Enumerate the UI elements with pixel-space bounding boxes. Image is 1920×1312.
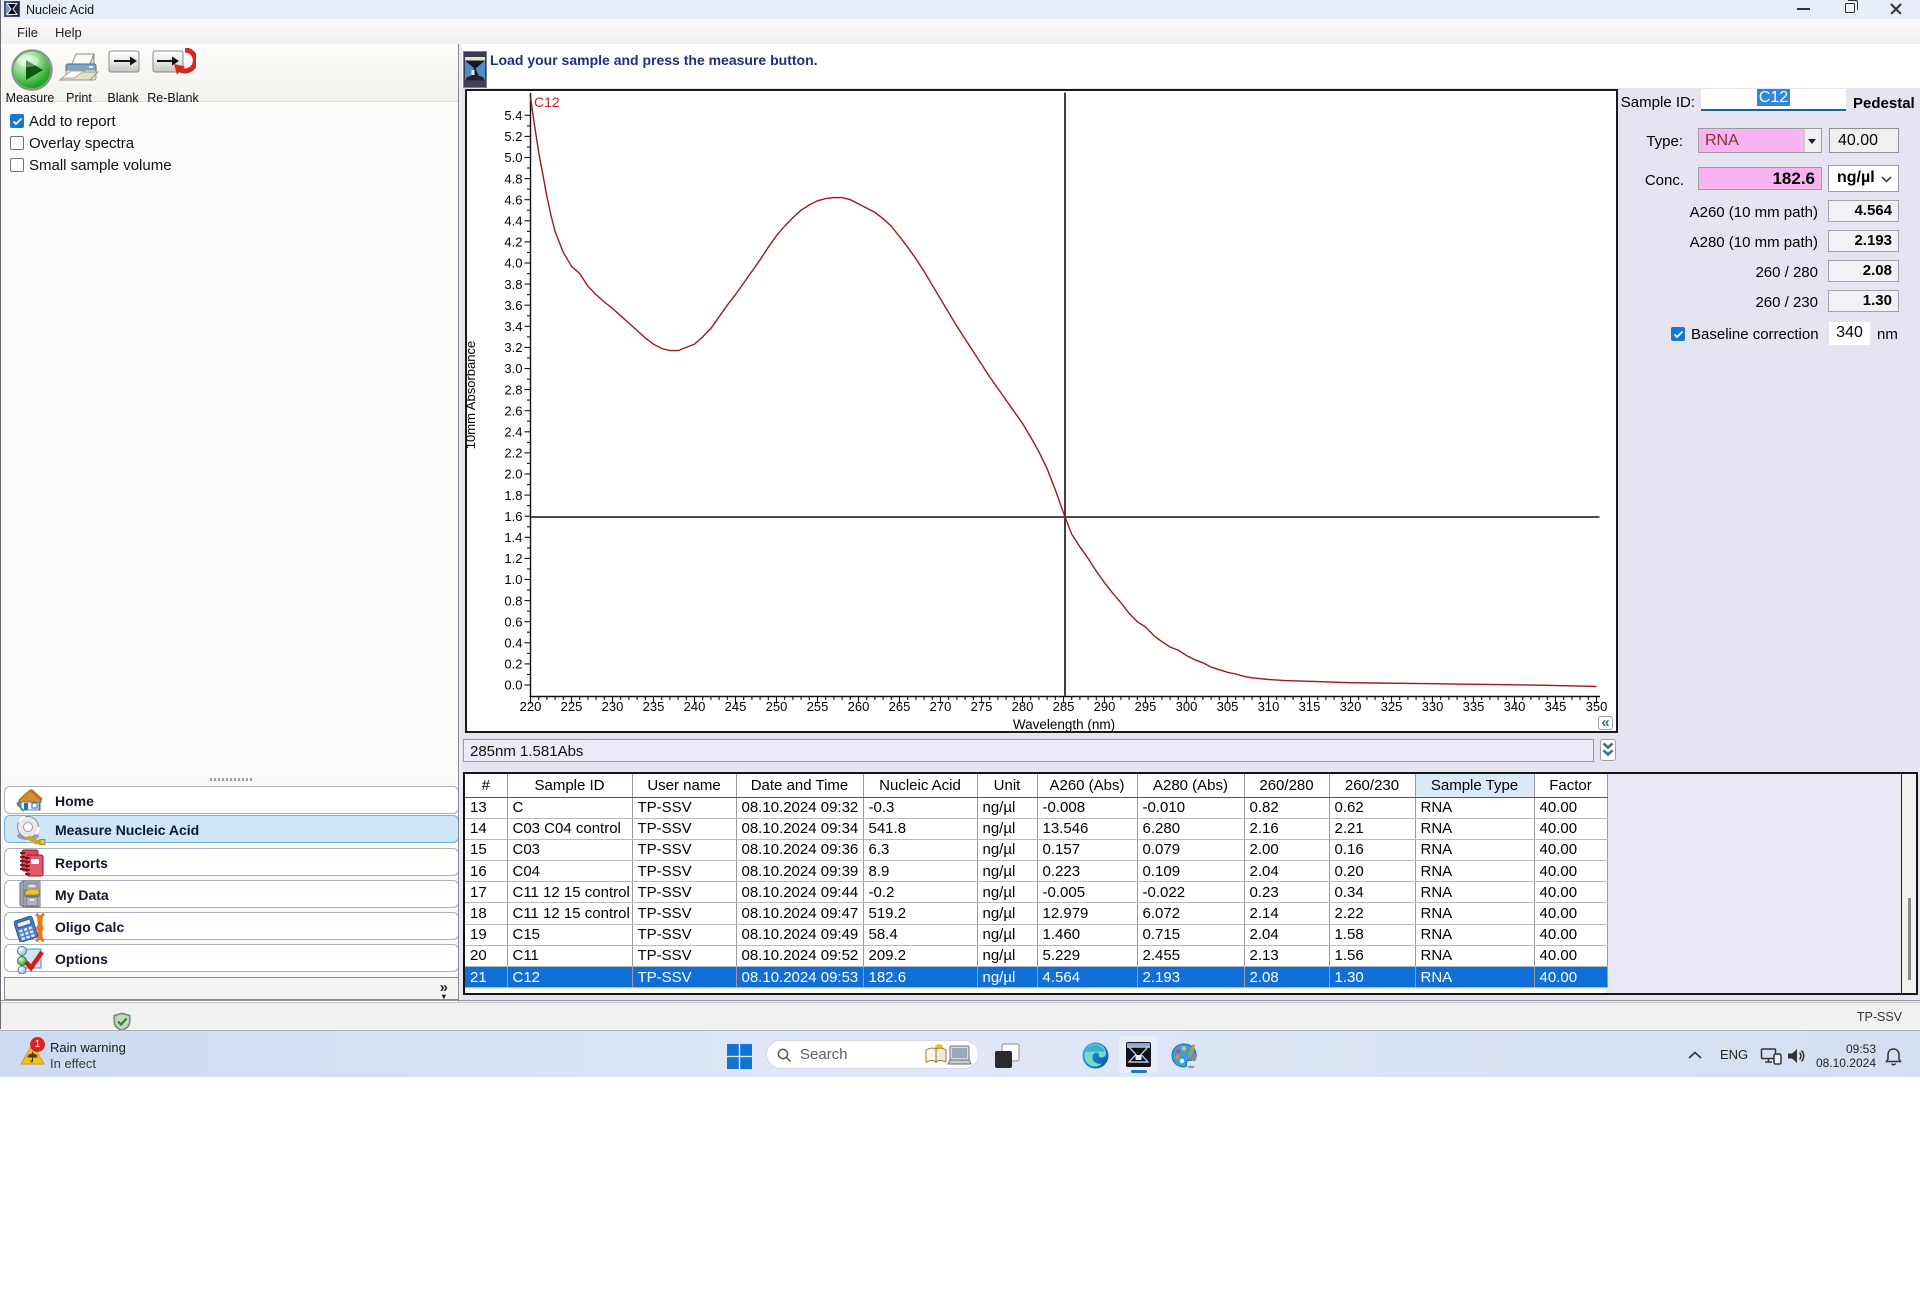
svg-text:335: 335 bbox=[1463, 699, 1485, 714]
svg-text:0.6: 0.6 bbox=[504, 614, 522, 629]
svg-text:3.8: 3.8 bbox=[504, 277, 522, 292]
svg-text:0.0: 0.0 bbox=[504, 678, 522, 693]
svg-text:2.6: 2.6 bbox=[504, 403, 522, 418]
svg-text:2.4: 2.4 bbox=[504, 425, 522, 440]
svg-text:315: 315 bbox=[1299, 699, 1321, 714]
svg-text:Wavelength (nm): Wavelength (nm) bbox=[1013, 717, 1115, 732]
svg-text:2.8: 2.8 bbox=[504, 382, 522, 397]
svg-text:1.8: 1.8 bbox=[504, 488, 522, 503]
svg-text:250: 250 bbox=[766, 699, 788, 714]
svg-text:320: 320 bbox=[1340, 699, 1362, 714]
svg-text:4.4: 4.4 bbox=[504, 214, 522, 229]
svg-text:3.2: 3.2 bbox=[504, 340, 522, 355]
svg-text:240: 240 bbox=[684, 699, 706, 714]
svg-text:345: 345 bbox=[1545, 699, 1567, 714]
svg-text:255: 255 bbox=[807, 699, 829, 714]
svg-text:2.2: 2.2 bbox=[504, 446, 522, 461]
svg-text:4.6: 4.6 bbox=[504, 192, 522, 207]
svg-text:220: 220 bbox=[520, 699, 542, 714]
svg-text:1.6: 1.6 bbox=[504, 509, 522, 524]
svg-text:1.2: 1.2 bbox=[504, 551, 522, 566]
svg-text:280: 280 bbox=[1012, 699, 1034, 714]
svg-text:265: 265 bbox=[889, 699, 911, 714]
svg-text:260: 260 bbox=[848, 699, 870, 714]
svg-text:285: 285 bbox=[1053, 699, 1075, 714]
svg-text:10mm Absorbance: 10mm Absorbance bbox=[466, 341, 478, 449]
svg-text:295: 295 bbox=[1135, 699, 1157, 714]
svg-text:225: 225 bbox=[561, 699, 583, 714]
svg-text:1.4: 1.4 bbox=[504, 530, 522, 545]
svg-text:245: 245 bbox=[725, 699, 747, 714]
svg-text:0.8: 0.8 bbox=[504, 593, 522, 608]
svg-text:C12: C12 bbox=[534, 94, 560, 110]
svg-text:325: 325 bbox=[1381, 699, 1403, 714]
svg-text:2.0: 2.0 bbox=[504, 467, 522, 482]
svg-text:305: 305 bbox=[1217, 699, 1239, 714]
svg-text:290: 290 bbox=[1094, 699, 1116, 714]
svg-text:230: 230 bbox=[602, 699, 624, 714]
svg-text:4.8: 4.8 bbox=[504, 171, 522, 186]
svg-text:330: 330 bbox=[1422, 699, 1444, 714]
svg-text:5.4: 5.4 bbox=[504, 108, 522, 123]
svg-text:0.4: 0.4 bbox=[504, 636, 522, 651]
svg-text:235: 235 bbox=[643, 699, 665, 714]
svg-text:4.0: 4.0 bbox=[504, 256, 522, 271]
svg-text:350: 350 bbox=[1586, 699, 1608, 714]
svg-text:5.2: 5.2 bbox=[504, 129, 522, 144]
svg-text:4.2: 4.2 bbox=[504, 235, 522, 250]
svg-text:275: 275 bbox=[971, 699, 993, 714]
svg-text:1.0: 1.0 bbox=[504, 572, 522, 587]
svg-text:3.4: 3.4 bbox=[504, 319, 522, 334]
svg-text:0.2: 0.2 bbox=[504, 657, 522, 672]
svg-text:300: 300 bbox=[1176, 699, 1198, 714]
svg-text:3.6: 3.6 bbox=[504, 298, 522, 313]
svg-text:310: 310 bbox=[1258, 699, 1280, 714]
svg-text:340: 340 bbox=[1504, 699, 1526, 714]
svg-text:270: 270 bbox=[930, 699, 952, 714]
svg-text:5.0: 5.0 bbox=[504, 150, 522, 165]
svg-text:3.0: 3.0 bbox=[504, 361, 522, 376]
